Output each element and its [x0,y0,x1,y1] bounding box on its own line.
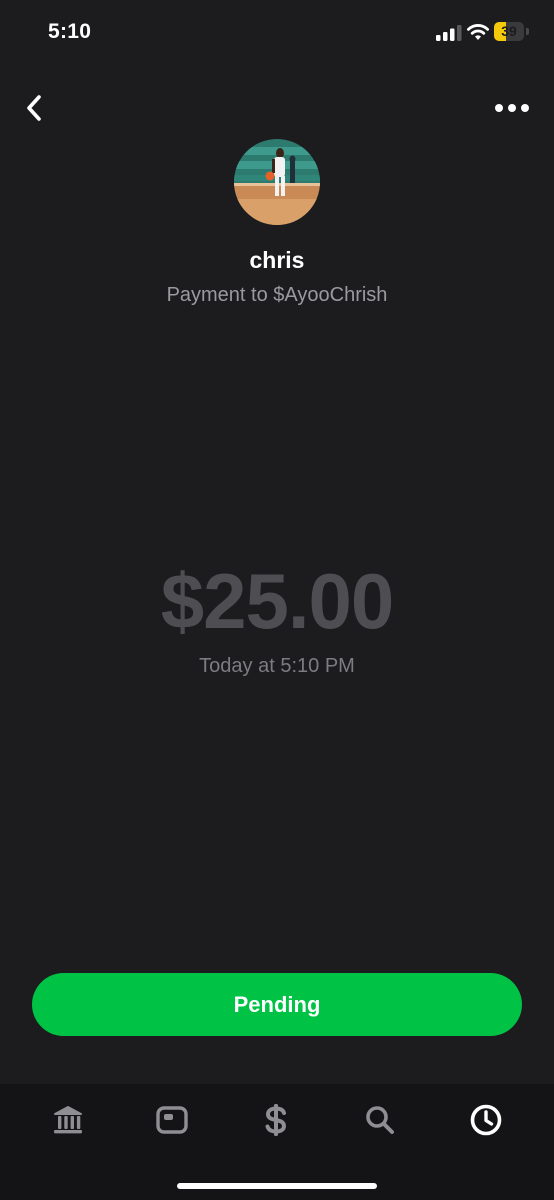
tab-activity[interactable] [456,1100,516,1140]
battery-indicator: 39 [494,22,530,42]
payment-timestamp: Today at 5:10 PM [199,655,355,677]
chevron-left-icon [27,95,41,121]
clock-icon [470,1104,502,1136]
card-icon [156,1106,188,1134]
back-button[interactable] [14,88,54,128]
bank-icon [54,1106,82,1134]
battery-icon: 39 [494,22,524,41]
tab-card[interactable] [142,1100,202,1140]
battery-tip [526,28,529,35]
payment-description: Payment to $AyooChrish [166,284,388,306]
avatar-photo [234,139,320,225]
tab-money[interactable] [246,1100,306,1140]
more-options-button[interactable] [490,88,534,128]
status-bar: 5:10 39 [0,0,554,66]
tab-search[interactable] [350,1100,410,1140]
cellular-signal-icon [436,25,462,41]
search-icon [366,1106,394,1134]
dollar-icon [265,1104,287,1136]
avatar[interactable] [234,139,320,225]
home-indicator [177,1183,377,1189]
pending-status-button[interactable]: Pending [32,973,522,1036]
status-time: 5:10 [48,20,92,43]
payment-amount: $25.00 [160,557,395,645]
recipient-name: chris [249,247,305,273]
more-horizontal-icon [495,104,529,112]
battery-percent: 39 [501,23,517,39]
tab-banking[interactable] [38,1100,98,1140]
wifi-icon [467,24,489,40]
